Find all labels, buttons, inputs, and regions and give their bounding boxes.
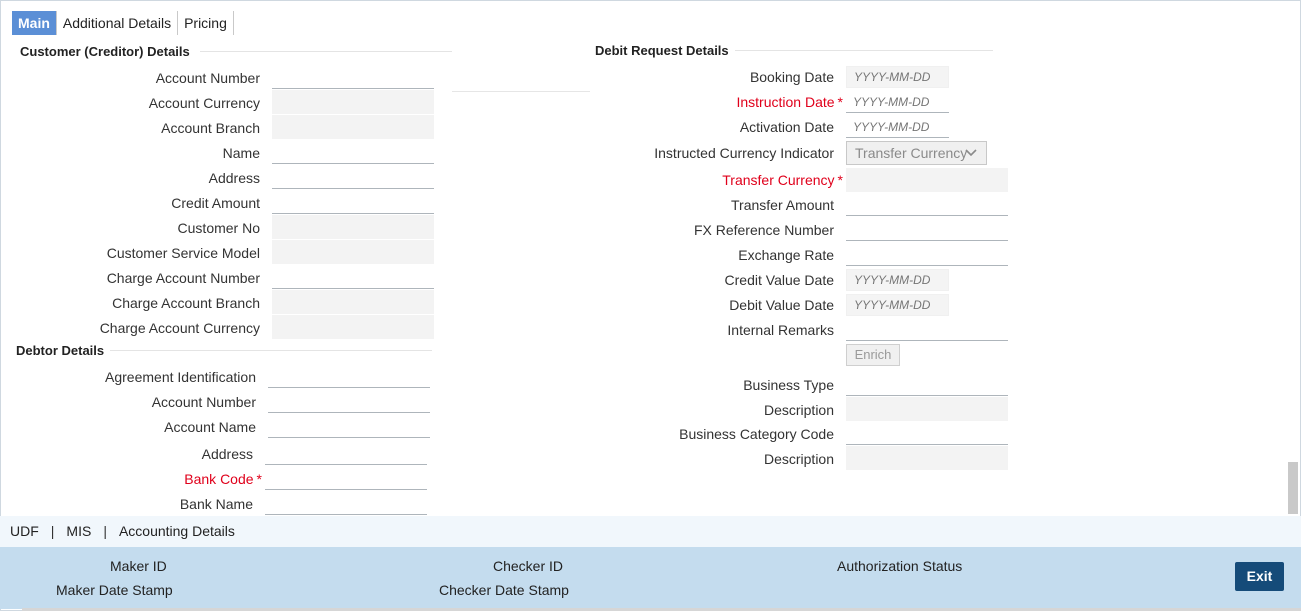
label-agreement-identification: Agreement Identification: [105, 369, 256, 385]
label-credit-value-date: Credit Value Date: [724, 272, 834, 288]
udf-link[interactable]: UDF: [10, 523, 39, 539]
debit-value-date-field: [846, 294, 949, 316]
instructed-currency-indicator-value: Transfer Currency: [855, 145, 968, 161]
instruction-date-field[interactable]: [846, 91, 949, 113]
label-business-type: Business Type: [743, 377, 834, 393]
checker-date-stamp-label: Checker Date Stamp: [439, 582, 569, 598]
exchange-rate-field[interactable]: [846, 242, 1008, 266]
name-field[interactable]: [272, 140, 434, 164]
debit-section-title: Debit Request Details: [595, 43, 729, 58]
activation-date-field[interactable]: [846, 116, 949, 138]
label-account-branch: Account Branch: [161, 120, 260, 136]
label-charge-account-branch: Charge Account Branch: [112, 295, 260, 311]
label-exchange-rate: Exchange Rate: [738, 247, 834, 263]
bank-code-field[interactable]: [265, 466, 427, 490]
enrich-button[interactable]: Enrich: [846, 344, 900, 366]
label-description-2: Description: [763, 451, 834, 467]
audit-footer: [0, 547, 1301, 609]
debtor-address-field[interactable]: [265, 441, 427, 465]
customer-no-field: [272, 215, 434, 239]
vertical-scrollbar[interactable]: [1288, 462, 1298, 514]
accounting-details-link[interactable]: Accounting Details: [119, 523, 235, 539]
credit-amount-field[interactable]: [272, 190, 434, 214]
description-2-field: [846, 446, 1008, 470]
debit-section-divider: [735, 50, 993, 51]
label-bank-code: Bank Code *: [184, 471, 262, 487]
section-divider: [452, 91, 590, 92]
label-transfer-amount: Transfer Amount: [731, 197, 834, 213]
label-credit-amount: Credit Amount: [171, 195, 260, 211]
label-customer-no: Customer No: [177, 220, 260, 236]
label-debtor-account-name: Account Name: [164, 419, 256, 435]
description-field: [846, 397, 1008, 421]
label-charge-account-currency: Charge Account Currency: [99, 320, 260, 336]
credit-value-date-field: [846, 269, 949, 291]
account-currency-field: [272, 90, 434, 114]
label-business-category-code: Business Category Code: [679, 426, 834, 442]
label-description: Description: [763, 402, 834, 418]
exit-button[interactable]: Exit: [1235, 562, 1284, 591]
required-marker: *: [837, 94, 843, 110]
label-bank-name: Bank Name: [179, 496, 253, 512]
label-account-currency: Account Currency: [148, 95, 260, 111]
charge-account-branch-field: [272, 290, 434, 314]
instructed-currency-indicator-select[interactable]: Transfer Currency: [846, 141, 987, 165]
required-marker: *: [256, 471, 262, 487]
label-fx-reference-number: FX Reference Number: [693, 222, 834, 238]
debtor-account-name-field[interactable]: [268, 414, 430, 438]
required-marker: *: [837, 172, 843, 188]
checker-id-label: Checker ID: [493, 558, 564, 574]
label-booking-date: Booking Date: [749, 69, 834, 85]
booking-date-field: [846, 66, 949, 88]
label-debit-value-date: Debit Value Date: [729, 297, 834, 313]
customer-service-model-field: [272, 240, 434, 264]
debtor-account-number-field[interactable]: [268, 389, 430, 413]
transfer-amount-field[interactable]: [846, 192, 1008, 216]
label-customer-service-model: Customer Service Model: [106, 245, 260, 261]
label-charge-account-number: Charge Account Number: [106, 270, 260, 286]
debtor-section-title: Debtor Details: [16, 343, 105, 358]
tab-pricing[interactable]: Pricing: [178, 11, 234, 35]
bank-name-field[interactable]: [265, 491, 427, 515]
transfer-currency-field[interactable]: [846, 168, 1008, 192]
label-address: Address: [208, 170, 260, 186]
account-number-field[interactable]: [272, 65, 434, 89]
business-type-field[interactable]: [846, 372, 1008, 396]
charge-account-currency-field: [272, 315, 434, 339]
business-category-code-field[interactable]: [846, 421, 1008, 445]
label-instructed-currency-indicator: Instructed Currency Indicator: [654, 145, 834, 161]
debtor-section-divider: [110, 350, 432, 351]
label-name: Name: [222, 145, 260, 161]
fx-reference-number-field[interactable]: [846, 217, 1008, 241]
separator: |: [103, 523, 107, 539]
maker-date-stamp-label: Maker Date Stamp: [56, 582, 173, 598]
chevron-down-icon: [965, 149, 977, 157]
internal-remarks-field[interactable]: [846, 317, 1008, 341]
customer-section-title: Customer (Creditor) Details: [20, 44, 190, 59]
tab-bar: Main Additional Details Pricing: [12, 11, 234, 35]
label-activation-date: Activation Date: [739, 119, 834, 135]
label-account-number: Account Number: [155, 70, 260, 86]
tab-main[interactable]: Main: [12, 11, 57, 35]
label-transfer-currency: Transfer Currency *: [722, 172, 843, 188]
agreement-identification-field[interactable]: [268, 364, 430, 388]
label-instruction-date: Instruction Date *: [736, 94, 843, 110]
label-debtor-account-number: Account Number: [151, 394, 256, 410]
label-debtor-address: Address: [201, 446, 253, 462]
mis-link[interactable]: MIS: [66, 523, 91, 539]
authorization-status-label: Authorization Status: [837, 558, 963, 574]
address-field[interactable]: [272, 165, 434, 189]
label-internal-remarks: Internal Remarks: [727, 322, 834, 338]
separator: |: [50, 523, 55, 539]
customer-section-divider: [200, 51, 452, 52]
sub-links: UDF | MIS | Accounting Details: [10, 523, 235, 539]
tab-additional-details[interactable]: Additional Details: [57, 11, 179, 35]
account-branch-field: [272, 115, 434, 139]
maker-id-label: Maker ID: [110, 558, 167, 574]
charge-account-number-field[interactable]: [272, 265, 434, 289]
